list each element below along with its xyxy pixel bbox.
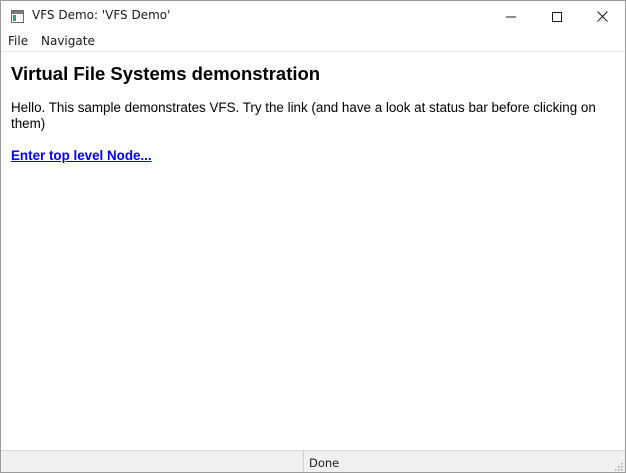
menu-navigate[interactable]: Navigate	[41, 34, 95, 48]
menu-bar: File Navigate	[1, 32, 625, 52]
intro-text: Hello. This sample demonstrates VFS. Try…	[11, 100, 596, 131]
top-level-node-link[interactable]: Enter top level Node...	[11, 148, 152, 163]
html-view: Virtual File Systems demonstration Hello…	[1, 52, 625, 450]
maximize-icon	[552, 11, 562, 22]
close-button[interactable]	[579, 1, 625, 32]
status-pane-empty	[1, 451, 304, 472]
close-icon	[596, 11, 608, 22]
window-title: VFS Demo: 'VFS Demo'	[32, 8, 171, 22]
title-bar[interactable]: VFS Demo: 'VFS Demo'	[1, 1, 625, 32]
menu-file[interactable]: File	[8, 34, 28, 48]
status-bar: Done	[1, 450, 625, 472]
app-window-icon	[11, 10, 24, 23]
status-text: Done	[309, 456, 340, 470]
minimize-icon	[506, 16, 516, 17]
page-heading: Virtual File Systems demonstration	[11, 63, 321, 84]
minimize-button[interactable]	[488, 1, 534, 32]
maximize-button[interactable]	[534, 1, 580, 32]
app-window: VFS Demo: 'VFS Demo' File Navigate Virtu…	[0, 0, 626, 473]
size-grip-icon[interactable]	[613, 461, 623, 471]
